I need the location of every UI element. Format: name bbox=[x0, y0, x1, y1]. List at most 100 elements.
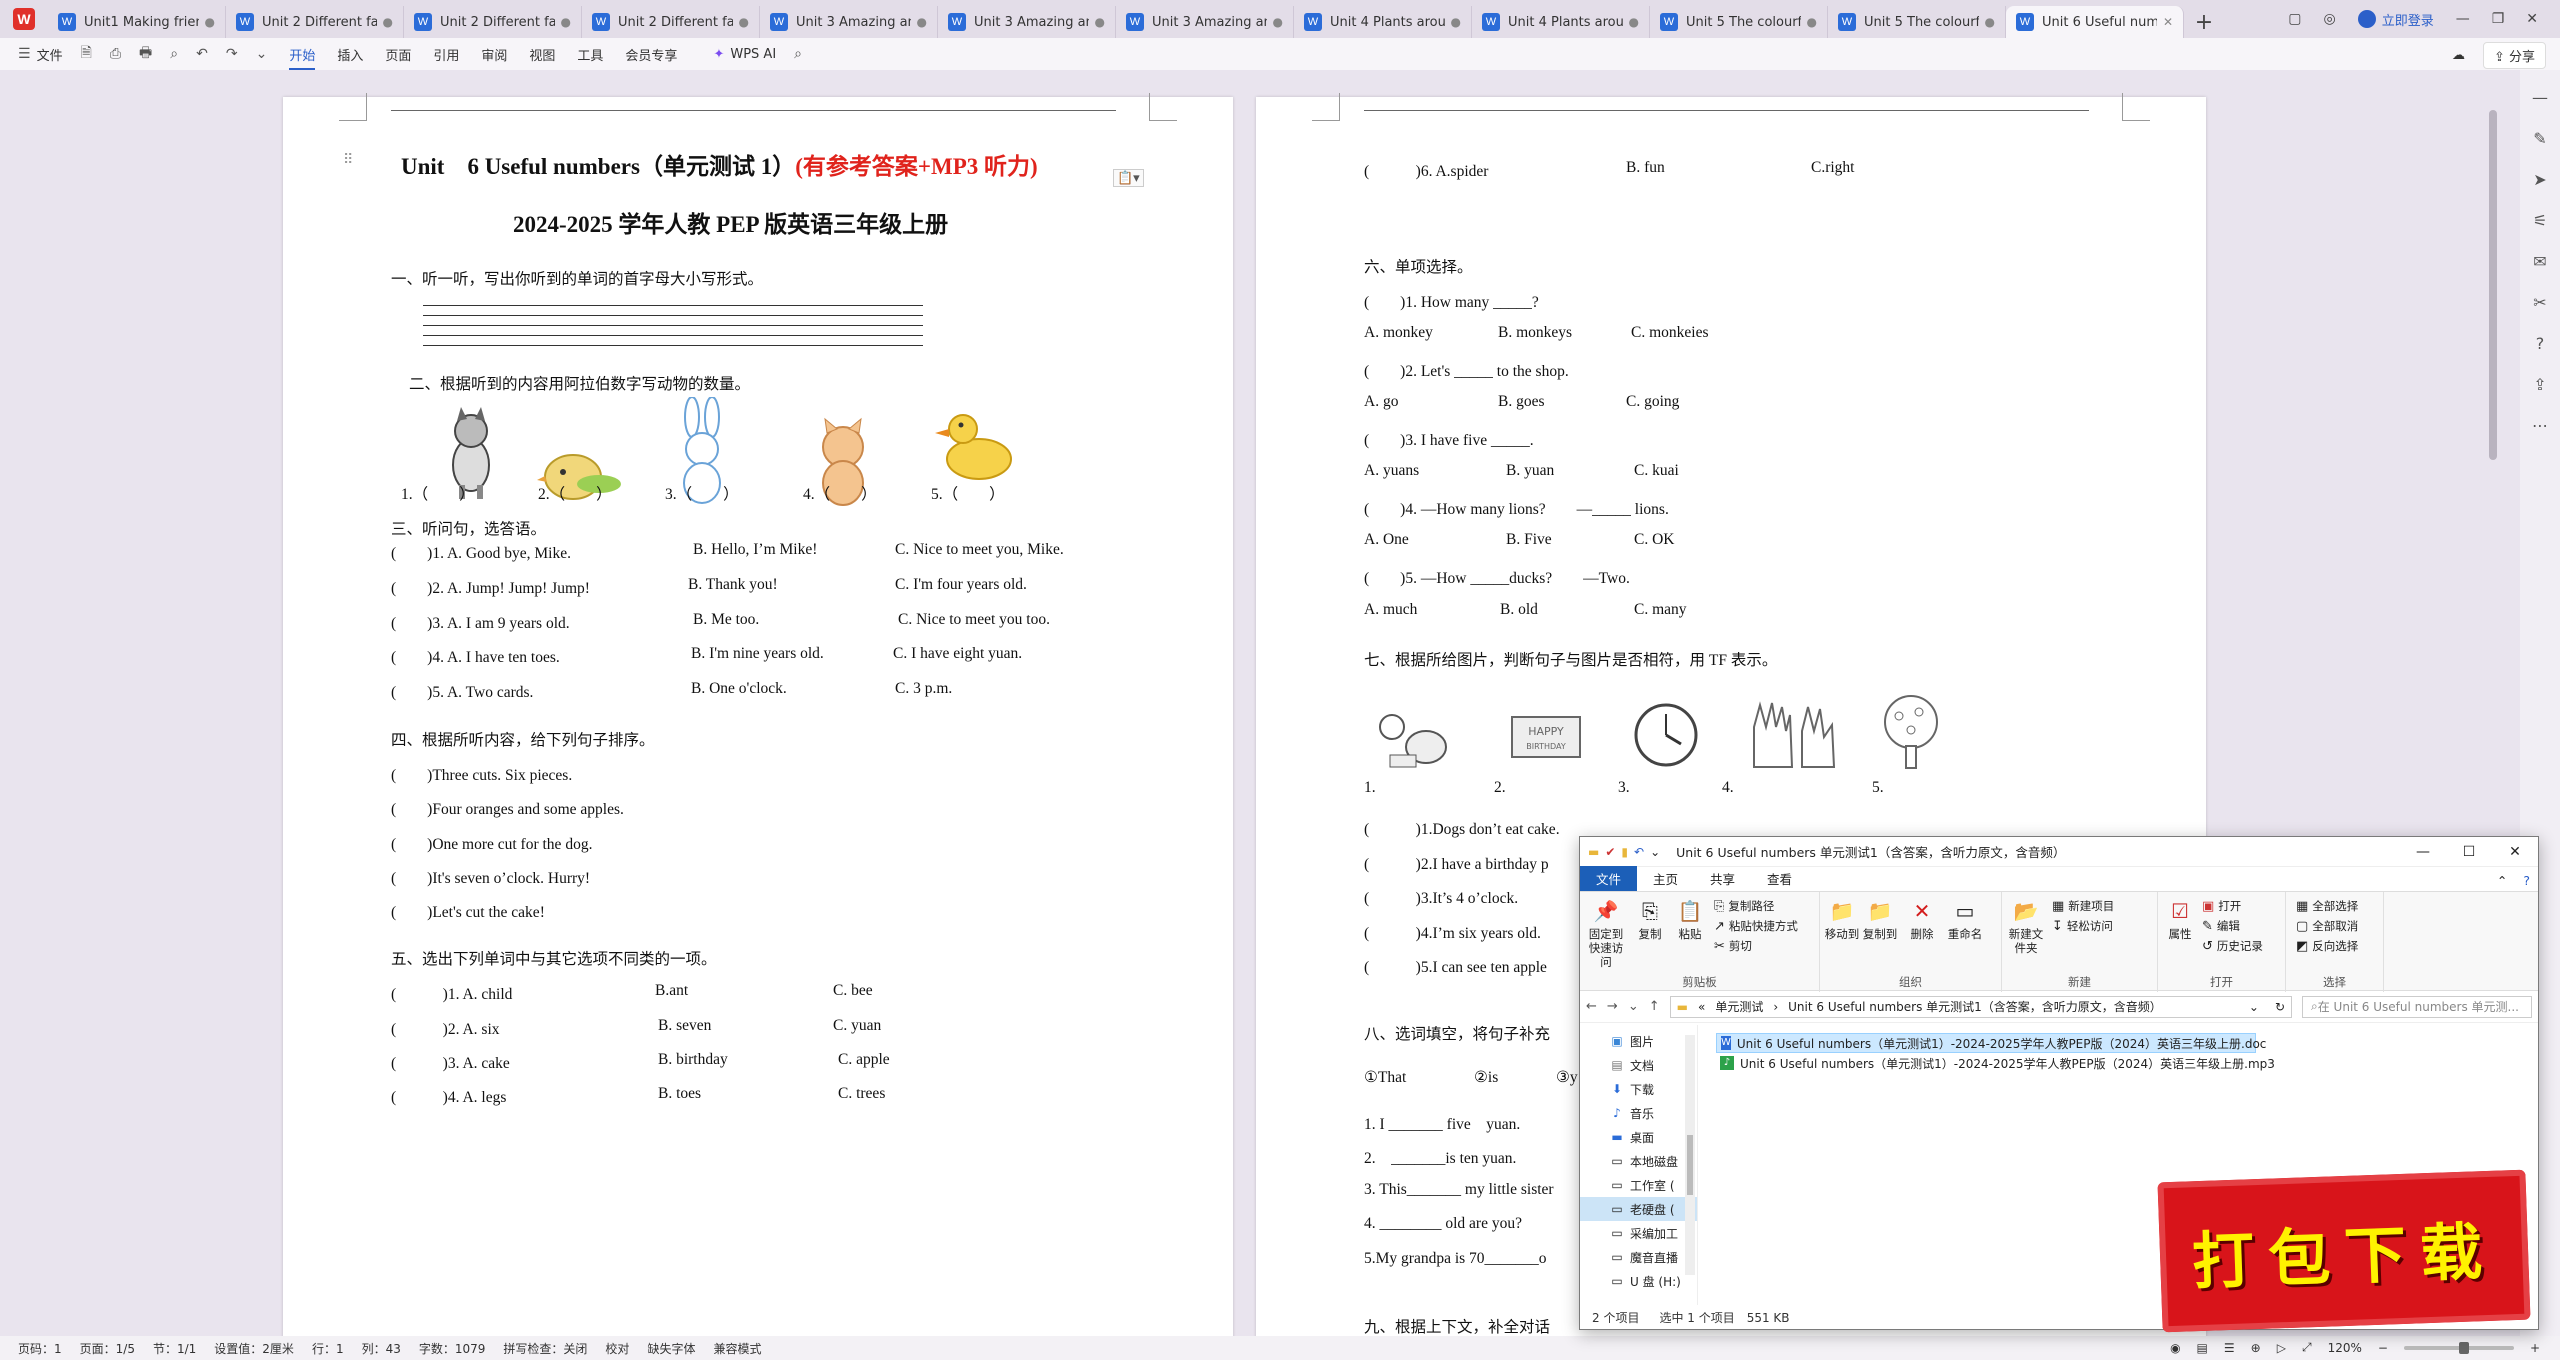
minimize-icon[interactable]: — bbox=[2456, 11, 2470, 27]
nav-item-downloads[interactable]: ⬇ 下载 bbox=[1580, 1077, 1697, 1101]
properties-button[interactable]: ☑ 属性 bbox=[2162, 898, 2198, 941]
cloud-sync-icon[interactable]: ☁ bbox=[2452, 48, 2465, 63]
chevron-down-icon[interactable]: ⌄ bbox=[2249, 1000, 2265, 1014]
tab-close-dot[interactable]: ● bbox=[1985, 15, 1995, 29]
menu-insert[interactable]: 插入 bbox=[337, 45, 363, 64]
wps-ai-button[interactable]: ✦ WPS AI bbox=[713, 47, 776, 62]
nav-item-local-disk[interactable]: ▭ 本地磁盘 bbox=[1580, 1149, 1697, 1173]
nav-item-old-drive[interactable]: ▭ 老硬盘 ( bbox=[1580, 1197, 1697, 1221]
status-missing-font[interactable]: 缺失字体 bbox=[647, 1340, 695, 1357]
file-item-mp3[interactable]: ♪ Unit 6 Useful numbers（单元测试1）-2024-2025学… bbox=[1716, 1053, 2538, 1073]
login-button[interactable]: 立即登录 bbox=[2357, 10, 2434, 29]
refresh-icon[interactable]: ↻ bbox=[2275, 1000, 2291, 1014]
properties-quick-icon[interactable]: ✔ bbox=[1605, 845, 1615, 859]
pen-icon[interactable]: ✎ bbox=[2533, 129, 2546, 148]
paste-shortcut-button[interactable]: ↗ 粘贴快捷方式 bbox=[1714, 918, 1798, 934]
share-button[interactable]: ⇪ 分享 bbox=[2482, 42, 2546, 69]
breadcrumb-item[interactable]: 单元测试 bbox=[1715, 998, 1763, 1015]
fit-icon[interactable]: ⤢ bbox=[2302, 1340, 2312, 1355]
nav-item-live-drive[interactable]: ▭ 魔音直播 bbox=[1580, 1245, 1697, 1269]
tab-close-dot[interactable]: ● bbox=[383, 15, 393, 29]
menu-review[interactable]: 审阅 bbox=[481, 45, 507, 64]
page-view-icon[interactable]: ▤ bbox=[2197, 1341, 2208, 1355]
delete-button[interactable]: ✕ 删除 bbox=[1904, 898, 1940, 941]
tab-doc-8[interactable]: WUnit 4 Plants around us● bbox=[1294, 6, 1472, 38]
cut-button[interactable]: ✂ 剪切 bbox=[1714, 938, 1752, 954]
chevron-down-icon[interactable]: ⌄ bbox=[1650, 845, 1660, 859]
eye-icon[interactable]: ◉ bbox=[2170, 1341, 2180, 1355]
collapse-icon[interactable]: — bbox=[2532, 88, 2548, 107]
nav-scrollbar[interactable] bbox=[1685, 1035, 1695, 1275]
window-layout-icon[interactable]: ▢ bbox=[2288, 11, 2301, 27]
select-none-button[interactable]: ▢ 全部取消 bbox=[2296, 918, 2358, 934]
nav-item-usb-drive[interactable]: ▭ U 盘 (H:) bbox=[1580, 1269, 1697, 1293]
status-proofread[interactable]: 校对 bbox=[605, 1340, 629, 1357]
zoom-slider-thumb[interactable] bbox=[2458, 1341, 2469, 1354]
menu-member[interactable]: 会员专享 bbox=[625, 45, 677, 64]
preview-icon[interactable]: ⌕ bbox=[170, 46, 178, 62]
tab-doc-3[interactable]: WUnit 2 Different families● bbox=[404, 6, 582, 38]
vertical-scrollbar[interactable] bbox=[2489, 110, 2497, 460]
close-icon[interactable]: ✕ bbox=[2492, 837, 2538, 867]
maximize-icon[interactable]: ☐ bbox=[2446, 837, 2492, 867]
search-icon[interactable]: ⌕ bbox=[794, 46, 802, 62]
hamburger-icon[interactable]: ☰ bbox=[18, 46, 31, 62]
nav-item-music[interactable]: ♪ 音乐 bbox=[1580, 1101, 1697, 1125]
web-view-icon[interactable]: ⊕ bbox=[2251, 1341, 2261, 1355]
menu-view[interactable]: 视图 bbox=[529, 45, 555, 64]
copy-path-button[interactable]: ⎘ 复制路径 bbox=[1714, 898, 1774, 914]
recent-chevron-icon[interactable]: ⌄ bbox=[1628, 999, 1639, 1014]
nav-scrollbar-thumb[interactable] bbox=[1687, 1135, 1693, 1195]
tab-share[interactable]: 共享 bbox=[1694, 866, 1751, 891]
rename-button[interactable]: ▭ 重命名 bbox=[1944, 898, 1986, 941]
easy-access-button[interactable]: ↧ 轻松访问 bbox=[2052, 918, 2113, 934]
format-icon[interactable]: ⚟ bbox=[2533, 211, 2547, 230]
tab-doc-6[interactable]: WUnit 3 Amazing animals● bbox=[938, 6, 1116, 38]
new-item-button[interactable]: ▦ 新建项目 bbox=[2052, 898, 2114, 914]
nav-item-work-drive[interactable]: ▭ 工作室 ( bbox=[1580, 1173, 1697, 1197]
tab-close-dot[interactable]: ● bbox=[917, 15, 927, 29]
help-icon[interactable]: ? bbox=[2515, 870, 2538, 891]
back-icon[interactable]: ← bbox=[1586, 999, 1597, 1014]
help-icon[interactable]: ? bbox=[2536, 334, 2545, 353]
tab-close-dot[interactable]: ● bbox=[205, 15, 215, 29]
chat-icon[interactable]: ✉ bbox=[2533, 252, 2546, 271]
tab-view[interactable]: 查看 bbox=[1751, 866, 1808, 891]
tab-doc-10[interactable]: WUnit 5 The colourful world● bbox=[1650, 6, 1828, 38]
menu-file[interactable]: 文件 bbox=[37, 45, 63, 64]
explorer-title-bar[interactable]: ▬ ✔ ▮ ↶ ⌄ Unit 6 Useful numbers 单元测试1（含答… bbox=[1580, 837, 2538, 867]
paste-button[interactable]: 📋 粘贴 bbox=[1672, 898, 1708, 941]
history-button[interactable]: ↺ 历史记录 bbox=[2202, 938, 2263, 954]
up-icon[interactable]: ↑ bbox=[1649, 999, 1660, 1014]
tab-doc-11[interactable]: WUnit 5 The colourful world● bbox=[1828, 6, 2006, 38]
save-icon[interactable]: 🗎 bbox=[81, 42, 92, 66]
tab-doc-2[interactable]: WUnit 2 Different families● bbox=[226, 6, 404, 38]
select-cursor-icon[interactable]: ➤ bbox=[2533, 170, 2546, 189]
tools-icon[interactable]: ✂ bbox=[2533, 293, 2546, 312]
tab-file[interactable]: 文件 bbox=[1580, 866, 1638, 891]
undo-icon[interactable]: ↶ bbox=[196, 46, 208, 62]
close-icon[interactable]: ✕ bbox=[2526, 11, 2538, 27]
menu-reference[interactable]: 引用 bbox=[433, 45, 459, 64]
share-icon[interactable]: ⇪ bbox=[2533, 375, 2546, 394]
new-folder-button[interactable]: 📂 新建文件夹 bbox=[2006, 898, 2046, 955]
file-item-doc[interactable]: W Unit 6 Useful numbers（单元测试1）-2024-2025学… bbox=[1716, 1033, 2266, 1053]
minimize-icon[interactable]: — bbox=[2400, 837, 2446, 867]
nav-item-documents[interactable]: ▤ 文档 bbox=[1580, 1053, 1697, 1077]
nav-item-editing-drive[interactable]: ▭ 采编加工 bbox=[1580, 1221, 1697, 1245]
pack-download-badge[interactable]: 打包下载 bbox=[2157, 1169, 2531, 1333]
status-pages[interactable]: 页面：1/5 bbox=[80, 1340, 135, 1357]
menu-page[interactable]: 页面 bbox=[385, 45, 411, 64]
move-to-button[interactable]: 📁 移动到 bbox=[1824, 898, 1860, 941]
tab-doc-7[interactable]: WUnit 3 Amazing animals● bbox=[1116, 6, 1294, 38]
more-icon[interactable]: ⋯ bbox=[2532, 416, 2548, 435]
undo-quick-icon[interactable]: ↶ bbox=[1634, 845, 1644, 859]
search-input[interactable]: ⌕ 在 Unit 6 Useful numbers 单元测... bbox=[2302, 995, 2532, 1018]
tab-close-dot[interactable]: ● bbox=[1273, 15, 1283, 29]
zoom-out-icon[interactable]: − bbox=[2378, 1341, 2388, 1355]
invert-selection-button[interactable]: ◩ 反向选择 bbox=[2296, 938, 2358, 954]
tab-doc-5[interactable]: WUnit 3 Amazing animals● bbox=[760, 6, 938, 38]
tab-doc-12-active[interactable]: WUnit 6 Useful numbers✕ bbox=[2006, 6, 2184, 38]
status-wordcount[interactable]: 字数：1079 bbox=[419, 1340, 486, 1357]
forward-icon[interactable]: → bbox=[1607, 999, 1618, 1014]
